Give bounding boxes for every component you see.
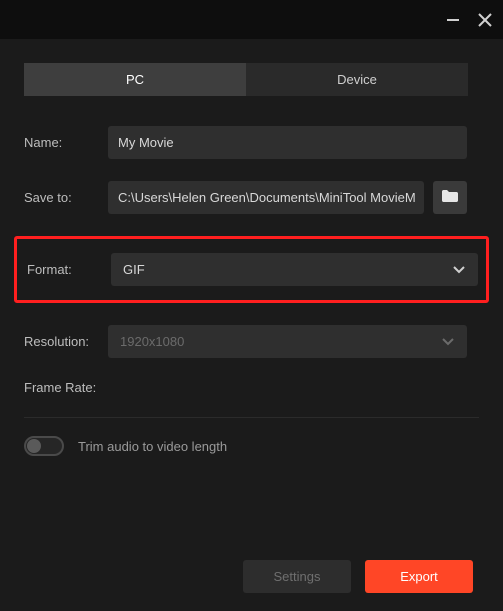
- resolution-select: 1920x1080: [108, 325, 467, 358]
- close-icon[interactable]: [477, 12, 493, 28]
- folder-icon: [441, 189, 459, 206]
- tab-pc[interactable]: PC: [24, 63, 246, 96]
- format-value: GIF: [123, 262, 145, 277]
- browse-folder-button[interactable]: [433, 181, 467, 214]
- minimize-icon[interactable]: [445, 12, 461, 28]
- output-tabs: PC Device: [24, 63, 468, 96]
- save-to-input[interactable]: C:\Users\Helen Green\Documents\MiniTool …: [108, 181, 424, 214]
- chevron-down-icon: [441, 337, 455, 347]
- trim-audio-label: Trim audio to video length: [78, 439, 227, 454]
- tab-device[interactable]: Device: [246, 63, 468, 96]
- chevron-down-icon: [452, 265, 466, 275]
- settings-button[interactable]: Settings: [243, 560, 351, 593]
- name-input[interactable]: My Movie: [108, 126, 467, 159]
- export-button[interactable]: Export: [365, 560, 473, 593]
- format-select[interactable]: GIF: [111, 253, 478, 286]
- resolution-value: 1920x1080: [120, 334, 184, 349]
- frame-rate-label: Frame Rate:: [24, 380, 108, 395]
- format-highlight: Format: GIF: [14, 236, 489, 303]
- toggle-knob: [27, 439, 41, 453]
- divider: [24, 417, 479, 418]
- format-label: Format:: [25, 262, 111, 277]
- name-label: Name:: [24, 135, 108, 150]
- resolution-label: Resolution:: [24, 334, 108, 349]
- save-to-label: Save to:: [24, 190, 108, 205]
- trim-audio-toggle[interactable]: [24, 436, 64, 456]
